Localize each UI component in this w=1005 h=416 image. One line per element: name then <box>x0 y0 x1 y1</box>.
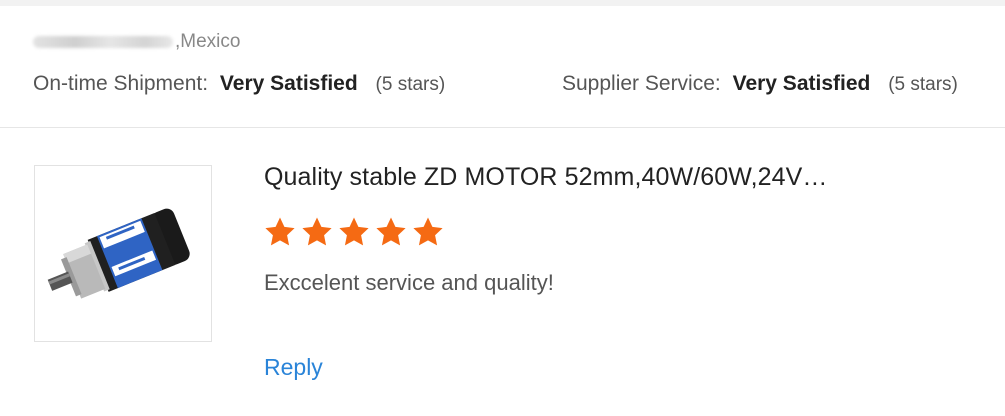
rating-value: Very Satisfied <box>732 72 871 95</box>
star-icon <box>376 217 406 246</box>
rating-label: Supplier Service: <box>562 72 721 95</box>
product-thumbnail[interactable] <box>34 165 212 342</box>
rating-label: On-time Shipment: <box>33 72 209 95</box>
rating-stars-text: (5 stars) <box>888 74 958 95</box>
star-icon <box>413 217 443 246</box>
reviewer-location: ,Mexico <box>33 31 240 53</box>
motor-image <box>47 208 190 299</box>
top-strip <box>0 0 1005 6</box>
location-country: ,Mexico <box>175 31 241 52</box>
star-icon <box>339 217 369 246</box>
product-title[interactable]: Quality stable ZD MOTOR 52mm,40W/60W,24V… <box>264 163 828 192</box>
section-divider <box>0 127 1005 128</box>
product-rating-stars <box>263 215 445 249</box>
star-icon <box>302 217 332 246</box>
reply-link[interactable]: Reply <box>264 354 323 381</box>
rating-on-time-shipment: On-time Shipment: Very Satisfied (5 star… <box>33 72 445 96</box>
rating-value: Very Satisfied <box>219 72 358 95</box>
redacted-reviewer-name <box>33 36 173 48</box>
review-comment: Exccelent service and quality! <box>264 270 554 295</box>
rating-stars-text: (5 stars) <box>375 74 446 95</box>
rating-supplier-service: Supplier Service: Very Satisfied (5 star… <box>562 72 958 96</box>
star-icon <box>265 217 295 246</box>
